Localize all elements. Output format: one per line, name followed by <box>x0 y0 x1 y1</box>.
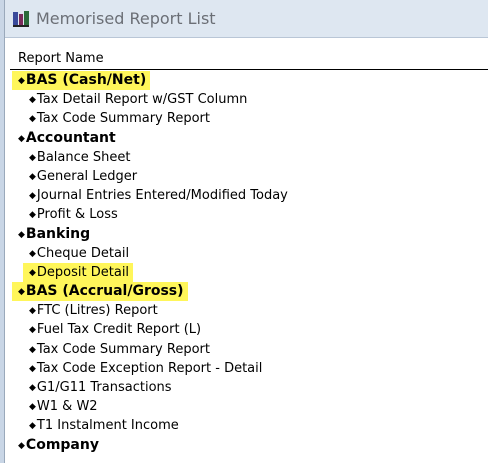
report-row-content: ◆Cheque Detail <box>29 244 129 264</box>
report-row[interactable]: ◆FTC (Litres) Report <box>10 301 488 320</box>
report-row-content: ◆Accountant <box>18 129 116 149</box>
report-label: Tax Code Exception Report - Detail <box>36 360 263 376</box>
diamond-icon: ◆ <box>29 152 36 163</box>
report-label: G1/G11 Transactions <box>36 380 172 395</box>
report-row-content: ◆BAS (Cash/Net) <box>18 71 146 91</box>
report-group-row[interactable]: ◆BAS (Accrual/Gross) <box>10 282 488 302</box>
report-list-icon <box>13 11 29 27</box>
report-label: Fuel Tax Credit Report (L) <box>36 322 202 338</box>
diamond-icon: ◆ <box>29 95 36 106</box>
report-group-row[interactable]: ◆Banking <box>10 225 488 244</box>
report-label: BAS (Accrual/Gross) <box>25 283 184 300</box>
report-row[interactable]: ◆G1/G11 Transactions <box>10 378 488 397</box>
diamond-icon: ◆ <box>29 421 36 432</box>
diamond-icon: ◆ <box>29 210 36 221</box>
report-label: Company <box>25 436 99 453</box>
report-label: Deposit Detail <box>36 264 130 280</box>
report-row[interactable]: ◆Deposit Detail <box>10 262 488 283</box>
window-left-edge <box>0 0 5 463</box>
report-label: Tax Code Summary Report <box>36 111 210 127</box>
report-row[interactable]: ◆Tax Code Summary Report <box>10 109 488 128</box>
report-row-content: ◆Profit & Loss <box>29 205 118 225</box>
diamond-icon: ◆ <box>18 133 25 144</box>
report-row-content: ◆Tax Code Summary Report <box>29 109 210 129</box>
report-row-content: ◆Journal Entries Entered/Modified Today <box>29 186 288 206</box>
report-row[interactable]: ◆General Ledger <box>10 167 488 186</box>
report-label: Journal Entries Entered/Modified Today <box>36 188 288 204</box>
diamond-icon: ◆ <box>18 229 25 240</box>
report-rows: ◆BAS (Cash/Net) ◆Tax Detail Report w/GST … <box>10 71 488 455</box>
report-row[interactable]: ◆Tax Code Summary Report <box>10 340 488 359</box>
report-label: General Ledger <box>36 168 138 184</box>
diamond-icon: ◆ <box>29 171 36 182</box>
report-label: Banking <box>25 225 91 242</box>
diamond-icon: ◆ <box>29 325 36 336</box>
window-title: Memorised Report List <box>36 9 216 28</box>
report-label: T1 Instalment Income <box>36 418 179 434</box>
report-row-content: ◆General Ledger <box>29 167 137 187</box>
report-row-content: ◆Banking <box>18 225 90 245</box>
diamond-icon: ◆ <box>29 306 36 317</box>
report-row-content: ◆BAS (Accrual/Gross) <box>18 282 184 302</box>
diamond-icon: ◆ <box>29 248 36 259</box>
report-label: Tax Detail Report w/GST Column <box>36 92 248 108</box>
diamond-icon: ◆ <box>29 114 36 125</box>
report-row[interactable]: ◆W1 & W2 <box>10 397 488 416</box>
report-label: FTC (Litres) Report <box>36 303 158 319</box>
report-row[interactable]: ◆Journal Entries Entered/Modified Today <box>10 186 488 205</box>
diamond-icon: ◆ <box>29 363 36 374</box>
diamond-icon: ◆ <box>29 402 36 413</box>
diamond-icon: ◆ <box>18 287 25 298</box>
report-label: W1 & W2 <box>36 399 98 415</box>
diamond-icon: ◆ <box>18 440 25 451</box>
report-row-content: ◆Fuel Tax Credit Report (L) <box>29 320 201 340</box>
report-label: Balance Sheet <box>36 149 131 165</box>
title-bar[interactable]: Memorised Report List <box>5 0 488 38</box>
diamond-icon: ◆ <box>29 191 36 202</box>
report-row-content: ◆T1 Instalment Income <box>29 416 179 436</box>
header-divider <box>10 69 488 70</box>
report-row[interactable]: ◆T1 Instalment Income <box>10 416 488 435</box>
report-row-content: ◆Tax Code Summary Report <box>29 340 210 360</box>
report-group-row[interactable]: ◆Accountant <box>10 129 488 148</box>
report-row-content: ◆Tax Code Exception Report - Detail <box>29 359 262 379</box>
report-label: Cheque Detail <box>36 245 130 261</box>
report-group-row[interactable]: ◆Company <box>10 436 488 455</box>
report-list[interactable]: Report Name ◆BAS (Cash/Net) ◆Tax Detail R… <box>10 38 488 463</box>
report-row-content: ◆W1 & W2 <box>29 397 98 417</box>
report-row[interactable]: ◆Fuel Tax Credit Report (L) <box>10 320 488 339</box>
report-row[interactable]: ◆Balance Sheet <box>10 148 488 167</box>
report-row[interactable]: ◆Tax Detail Report w/GST Column <box>10 90 488 109</box>
diamond-icon: ◆ <box>29 383 36 393</box>
column-header-report-name[interactable]: Report Name <box>10 48 488 70</box>
report-group-row[interactable]: ◆BAS (Cash/Net) <box>10 71 488 90</box>
report-row[interactable]: ◆Tax Code Exception Report - Detail <box>10 359 488 378</box>
report-row-content: ◆G1/G11 Transactions <box>29 378 172 398</box>
report-row[interactable]: ◆Profit & Loss <box>10 205 488 224</box>
report-label: Accountant <box>25 129 116 146</box>
report-row-content: ◆Company <box>18 436 99 456</box>
report-row[interactable]: ◆Cheque Detail <box>10 244 488 263</box>
report-row-content: ◆FTC (Litres) Report <box>29 301 158 321</box>
report-row-content: ◆Tax Detail Report w/GST Column <box>29 90 247 110</box>
report-label: Tax Code Summary Report <box>36 341 210 357</box>
report-label: Profit & Loss <box>36 207 118 223</box>
report-row-content: ◆Deposit Detail <box>29 263 129 283</box>
diamond-icon: ◆ <box>18 76 25 86</box>
report-label: BAS (Cash/Net) <box>25 72 147 88</box>
report-row-content: ◆Balance Sheet <box>29 148 131 168</box>
diamond-icon: ◆ <box>29 267 36 278</box>
diamond-icon: ◆ <box>29 344 36 355</box>
